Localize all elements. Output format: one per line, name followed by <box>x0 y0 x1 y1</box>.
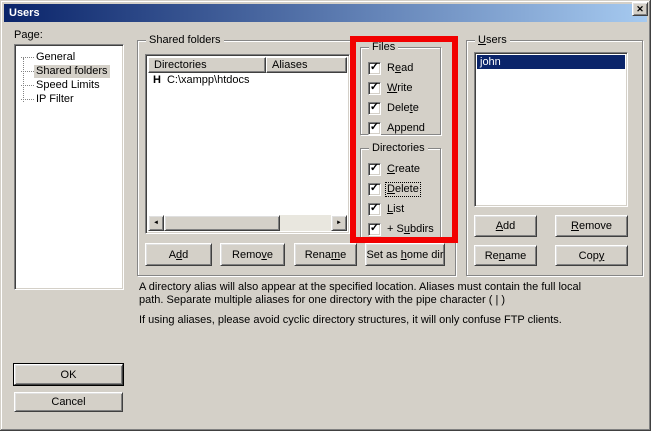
home-flag: H <box>153 74 161 86</box>
scroll-left-button[interactable]: ◄ <box>148 215 164 231</box>
help-line: path. Separate multiple aliases for one … <box>139 294 647 307</box>
alias-help-text: A directory alias will also appear at th… <box>139 281 647 327</box>
checkbox-label: Delete <box>386 102 420 115</box>
sidebar-item-label: IP Filter <box>34 93 76 106</box>
scrollbar-track[interactable] <box>280 215 331 231</box>
tree-connector <box>21 71 34 72</box>
listview-rows: H C:\xampp\htdocs <box>148 73 347 215</box>
checkbox-dirs-delete[interactable]: ✓ Delete <box>368 182 440 196</box>
button-label: Add <box>169 249 189 261</box>
button-label: Rename <box>485 250 527 262</box>
checkbox-label: Delete <box>386 183 420 196</box>
checkbox-label: List <box>386 203 405 216</box>
tree-connector <box>21 99 34 100</box>
sidebar-item-speed-limits[interactable]: Speed Limits <box>15 78 123 92</box>
button-label: Add <box>496 220 516 232</box>
horizontal-scrollbar[interactable]: ◄ ► <box>148 215 347 231</box>
button-label: Copy <box>579 250 605 262</box>
scroll-right-icon: ► <box>336 220 342 226</box>
checkbox-dirs-list[interactable]: ✓ List <box>368 202 440 216</box>
checkbox-icon: ✓ <box>368 62 381 75</box>
button-label: OK <box>61 369 77 381</box>
checkbox-label: + Subdirs <box>386 223 435 236</box>
checkbox-files-read[interactable]: ✓ Read <box>368 61 440 75</box>
checkbox-dirs-create[interactable]: ✓ Create <box>368 162 440 176</box>
remove-directory-button[interactable]: Remove <box>220 243 285 266</box>
page-label: Page: <box>14 29 43 41</box>
checkbox-icon: ✓ <box>368 223 381 236</box>
add-directory-button[interactable]: Add <box>145 243 212 266</box>
user-list-item[interactable]: john <box>477 55 625 69</box>
close-button[interactable]: ✕ <box>632 2 648 16</box>
checkbox-files-write[interactable]: ✓ Write <box>368 81 440 95</box>
sidebar-item-general[interactable]: General <box>15 50 123 64</box>
checkbox-files-append[interactable]: ✓ Append <box>368 121 440 135</box>
checkbox-icon: ✓ <box>368 102 381 115</box>
add-user-button[interactable]: Add <box>474 215 537 237</box>
rename-directory-button[interactable]: Rename <box>294 243 357 266</box>
checkbox-label: Append <box>386 122 426 135</box>
directory-row[interactable]: H C:\xampp\htdocs <box>148 73 347 87</box>
checkbox-icon: ✓ <box>368 163 381 176</box>
sidebar-item-label: General <box>34 51 77 64</box>
checkbox-icon: ✓ <box>368 82 381 95</box>
users-dialog: Users ✕ Page: General Shared folders Spe… <box>0 0 651 431</box>
rename-user-button[interactable]: Rename <box>474 245 537 266</box>
button-label: Remove <box>232 249 273 261</box>
checkbox-label: Write <box>386 82 413 95</box>
tree-connector <box>21 57 34 58</box>
directories-listview: Directories Aliases H C:\xampp\htdocs ◄ … <box>145 54 350 234</box>
directories-permissions-group: Directories ✓ Create ✓ Delete ✓ List ✓ +… <box>360 148 441 239</box>
tree-connector <box>21 85 34 86</box>
directory-path: C:\xampp\htdocs <box>167 74 250 86</box>
button-label: Set as home dir <box>366 249 443 261</box>
help-line: If using aliases, please avoid cyclic di… <box>139 314 647 327</box>
column-header-aliases[interactable]: Aliases <box>266 57 347 73</box>
help-line: A directory alias will also appear at th… <box>139 281 647 294</box>
button-label: Remove <box>571 220 612 232</box>
shared-folders-legend: Shared folders <box>146 34 224 47</box>
page-tree: General Shared folders Speed Limits IP F… <box>14 44 124 290</box>
scroll-left-icon: ◄ <box>153 220 159 226</box>
checkbox-label: Read <box>386 62 414 75</box>
scrollbar-thumb[interactable] <box>164 215 280 231</box>
scroll-right-button[interactable]: ► <box>331 215 347 231</box>
sidebar-item-label: Shared folders <box>34 65 110 78</box>
sidebar-item-label: Speed Limits <box>34 79 102 92</box>
users-list: john <box>474 52 628 207</box>
cancel-button[interactable]: Cancel <box>14 392 123 412</box>
checkbox-icon: ✓ <box>368 122 381 135</box>
titlebar[interactable]: Users <box>4 4 647 22</box>
column-header-directories[interactable]: Directories <box>148 57 266 73</box>
checkbox-icon: ✓ <box>368 183 381 196</box>
checkbox-dirs-subdirs[interactable]: ✓ + Subdirs <box>368 222 440 236</box>
copy-user-button[interactable]: Copy <box>555 245 628 266</box>
checkbox-label: Create <box>386 163 421 176</box>
sidebar-item-ip-filter[interactable]: IP Filter <box>15 92 123 106</box>
checkbox-files-delete[interactable]: ✓ Delete <box>368 101 440 115</box>
set-as-home-dir-button[interactable]: Set as home dir <box>365 243 445 266</box>
sidebar-item-shared-folders[interactable]: Shared folders <box>15 64 123 78</box>
button-label: Rename <box>305 249 347 261</box>
button-label: Cancel <box>51 396 85 408</box>
close-icon: ✕ <box>636 5 644 14</box>
users-legend: Users <box>475 34 510 47</box>
window-title: Users <box>9 7 40 19</box>
listview-header: Directories Aliases <box>148 57 347 73</box>
checkbox-icon: ✓ <box>368 203 381 216</box>
files-permissions-group: Files ✓ Read ✓ Write ✓ Delete ✓ Append <box>360 47 441 135</box>
remove-user-button[interactable]: Remove <box>555 215 628 237</box>
files-legend: Files <box>369 41 398 54</box>
ok-button[interactable]: OK <box>14 364 123 385</box>
directories-legend: Directories <box>369 142 428 155</box>
